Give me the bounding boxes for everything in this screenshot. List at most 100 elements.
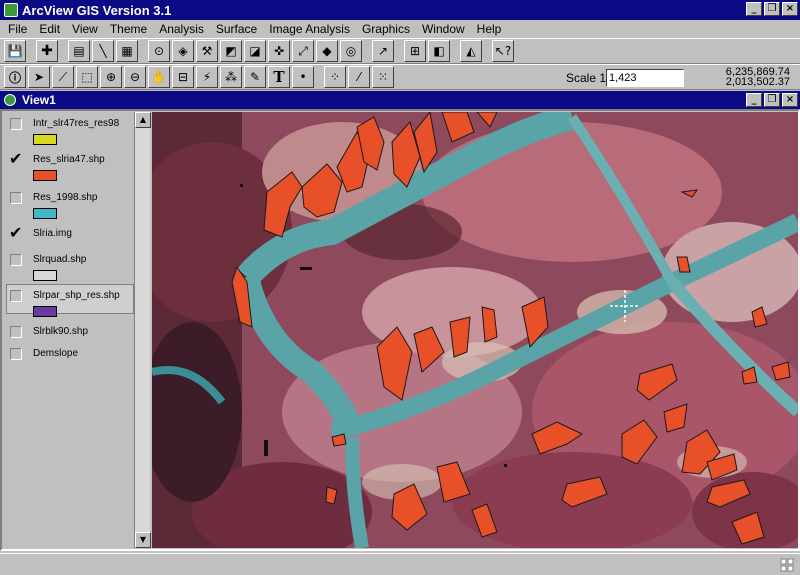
select-icon: ↗ [377,44,389,58]
menu-graphics[interactable]: Graphics [356,22,416,36]
map-display[interactable] [152,112,798,548]
view-icon[interactable] [4,94,16,106]
zoom-previous-button[interactable]: ◎ [340,40,362,62]
layer-name: Slrpar_shp_res.shp [33,290,120,301]
image-tool-3[interactable]: ⁙ [372,66,394,88]
floppy-icon: 💾 [7,44,23,58]
hot-link-tool[interactable]: ⚡ [196,66,218,88]
pointer-tool[interactable]: ➤ [28,66,50,88]
legend-swatch-gray [33,270,57,281]
menu-surface[interactable]: Surface [210,22,263,36]
scroll-up-arrow[interactable]: ▲ [135,112,151,128]
image-tool-3-icon: ⁙ [377,70,389,84]
layer-visibility-checkbox[interactable] [10,348,22,360]
properties-icon: ▤ [73,44,85,58]
select-feature-tool[interactable]: ⬚ [76,66,98,88]
open-table-button[interactable]: ▦ [116,40,138,62]
resize-grip-icon[interactable] [780,558,794,572]
vertex-edit-tool[interactable]: ⟋ [52,66,74,88]
label-tool[interactable]: ✎ [244,66,266,88]
text-tool[interactable]: T [268,66,290,88]
zoom-to-selected-button[interactable]: ◆ [316,40,338,62]
layer-name: Res_1998.shp [33,192,98,203]
satellite-image-map[interactable] [152,112,798,548]
layout-button[interactable]: ◧ [428,40,450,62]
lightning-icon: ⚡ [202,70,212,84]
scale-label: Scale 1: [566,71,610,85]
label-icon: ✎ [249,70,261,84]
layer-name: Demslope [33,348,79,359]
image-analysis-button-1[interactable]: ◩ [220,40,242,62]
measure-tool[interactable]: ⊟ [172,66,194,88]
legend-icon: ╲ [99,44,107,58]
query-builder-button[interactable]: ⚒ [196,40,218,62]
zoom-out-tool[interactable]: ⊖ [124,66,146,88]
view-minimize-button[interactable]: _ [746,93,762,107]
theme-properties-button[interactable]: ▤ [68,40,90,62]
toc-scrollbar[interactable]: ▲ ▼ [134,112,151,548]
layer-name: Res_slria47.shp [33,154,105,165]
zoom-full-extent-button[interactable]: ✜ [268,40,290,62]
image-tool-1-icon: ⁘ [329,70,341,84]
aoi-icon: ⁂ [225,70,237,84]
layer-name: Slria.img [33,228,72,239]
view-restore-button[interactable]: ❐ [764,93,780,107]
tool-bar: ⓘ ➤ ⟋ ⬚ ⊕ ⊖ ✋ ⊟ ⚡ ⁂ ✎ T • ⁘ ⁄ ⁙ Scale 1:… [0,64,800,90]
vertex-icon: ⟋ [58,69,68,84]
zoom-in-tool[interactable]: ⊕ [100,66,122,88]
legend-swatch-purple [33,306,57,317]
zoom-selected-icon: ◆ [322,44,332,58]
menu-file[interactable]: File [2,22,33,36]
layer-visibility-checkbox[interactable] [10,326,22,338]
minimize-button[interactable]: _ [746,2,762,16]
identify-tool[interactable]: ⓘ [4,66,26,88]
area-of-interest-tool[interactable]: ⁂ [220,66,242,88]
image-tool-1[interactable]: ⁘ [324,66,346,88]
plus-icon: ✚ [41,43,53,59]
close-button[interactable]: × [782,2,798,16]
menu-view[interactable]: View [66,22,104,36]
menu-edit[interactable]: Edit [33,22,66,36]
menu-help[interactable]: Help [471,22,508,36]
add-theme-button[interactable]: ✚ [36,40,58,62]
menu-analysis[interactable]: Analysis [153,22,210,36]
select-features-button[interactable]: ↗ [372,40,394,62]
menu-window[interactable]: Window [416,22,471,36]
scroll-down-arrow[interactable]: ▼ [135,532,151,548]
legend-swatch-cyan [33,208,57,219]
help-button[interactable]: ↖? [492,40,514,62]
locate-icon: ◈ [178,44,188,58]
image-analysis-button-2[interactable]: ◪ [244,40,266,62]
status-bar [0,553,800,575]
clear-selection-button[interactable]: ⊞ [404,40,426,62]
save-project-button[interactable]: 💾 [4,40,26,62]
table-of-contents: Intr_slr47res_res98 ✔ Res_slria47.shp Re… [4,112,134,548]
pointer-icon: ➤ [33,70,45,84]
pan-tool[interactable]: ✋ [148,66,170,88]
layer-visibility-checkbox[interactable] [10,254,22,266]
menu-image-analysis[interactable]: Image Analysis [263,22,356,36]
image-tool-2-icon: ⁄ [357,70,360,84]
chart-button[interactable]: ◭ [460,40,482,62]
scale-input[interactable]: 1,423 [606,69,684,87]
image-tool-2[interactable]: ⁄ [348,66,370,88]
layout-icon: ◧ [433,44,445,58]
checkmark-icon[interactable]: ✔ [9,151,22,167]
find-button[interactable]: ⊙ [148,40,170,62]
select-box-icon: ⬚ [81,70,93,84]
zoom-to-themes-button[interactable]: ⤢ [292,40,314,62]
layer-visibility-checkbox[interactable] [10,192,22,204]
layer-visibility-checkbox[interactable] [10,290,22,302]
app-titlebar: ArcView GIS Version 3.1 _ ❐ × [0,0,800,20]
menu-theme[interactable]: Theme [104,22,153,36]
zoom-themes-icon: ⤢ [298,43,308,58]
layer-visibility-checkbox[interactable] [10,118,22,130]
edit-legend-button[interactable]: ╲ [92,40,114,62]
restore-button[interactable]: ❐ [764,2,780,16]
draw-point-tool[interactable]: • [292,66,314,88]
arcview-app-icon[interactable] [4,3,18,17]
checkmark-icon[interactable]: ✔ [9,225,22,241]
point-icon: • [299,70,307,84]
view-close-button[interactable]: × [782,93,798,107]
locate-address-button[interactable]: ◈ [172,40,194,62]
